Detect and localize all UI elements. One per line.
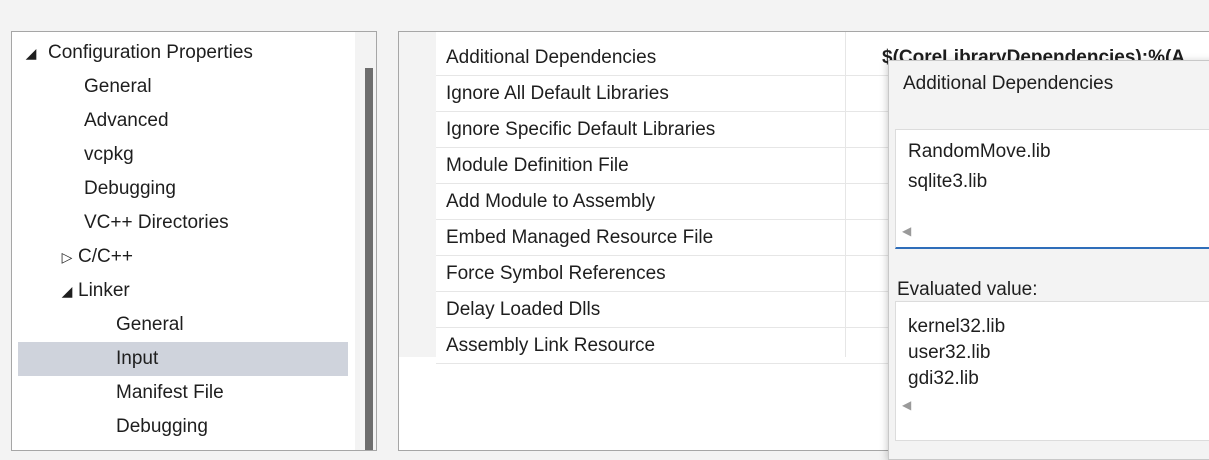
evaluated-value-box: kernel32.lib user32.lib gdi32.lib ◀	[895, 301, 1209, 441]
tree-item-linker-general[interactable]: General	[18, 308, 348, 342]
property-name: Ignore All Default Libraries	[446, 83, 669, 104]
property-name: Delay Loaded Dlls	[446, 299, 601, 320]
tree-item-configuration-properties[interactable]: ◢ Configuration Properties	[18, 36, 348, 70]
tree-item-label: C/C++	[78, 246, 133, 267]
property-name: Force Symbol References	[446, 263, 666, 284]
evaluated-line: gdi32.lib	[908, 368, 979, 389]
tree-item-advanced[interactable]: Advanced	[18, 104, 348, 138]
property-tree: ◢ Configuration Properties General Advan…	[11, 31, 377, 451]
tree-item-manifest-file[interactable]: Manifest File	[18, 376, 348, 410]
scroll-left-icon[interactable]: ◀	[902, 398, 911, 412]
tree-item-vcpkg[interactable]: vcpkg	[18, 138, 348, 172]
tree-item-linker[interactable]: ◢ Linker	[18, 274, 348, 308]
tree-scroll-thumb[interactable]	[365, 68, 373, 450]
property-name: Embed Managed Resource File	[446, 227, 714, 248]
dependencies-edit-box[interactable]: RandomMove.lib sqlite3.lib ◀	[895, 129, 1209, 249]
tree-item-label: Advanced	[84, 110, 169, 131]
tree-scrollbar[interactable]	[355, 32, 376, 450]
tree-item-label: Debugging	[84, 178, 176, 199]
collapsed-triangle-icon[interactable]: ▷	[58, 240, 76, 274]
tree-item-label: Debugging	[116, 416, 208, 437]
scroll-left-icon[interactable]: ◀	[902, 224, 911, 238]
property-name: Assembly Link Resource	[446, 335, 656, 356]
tree-item-linker-input[interactable]: Input	[18, 342, 348, 376]
edit-line[interactable]: RandomMove.lib	[908, 136, 1051, 168]
tree-item-label: Configuration Properties	[48, 42, 253, 63]
tree-item-debugging[interactable]: Debugging	[18, 172, 348, 206]
edit-line[interactable]: sqlite3.lib	[908, 166, 987, 198]
evaluated-line: kernel32.lib	[908, 316, 1006, 337]
tree-item-vc-directories[interactable]: VC++ Directories	[18, 206, 348, 240]
tree-item-label: General	[116, 314, 184, 335]
property-name: Ignore Specific Default Libraries	[446, 119, 716, 140]
tree-item-label: Input	[116, 348, 159, 369]
tree-item-label: Manifest File	[116, 382, 224, 403]
tree-item-linker-debugging[interactable]: Debugging	[18, 410, 348, 444]
tree-item-c-cpp[interactable]: ▷ C/C++	[18, 240, 348, 274]
property-name: Add Module to Assembly	[446, 191, 656, 212]
evaluated-line: user32.lib	[908, 342, 991, 363]
property-name: Module Definition File	[446, 155, 629, 176]
tree-item-label: VC++ Directories	[84, 212, 229, 233]
grid-column-divider	[845, 32, 846, 357]
expanded-triangle-icon[interactable]: ◢	[58, 274, 76, 308]
popup-title: Additional Dependencies	[903, 73, 1114, 94]
additional-dependencies-popup: Additional Dependencies RandomMove.lib s…	[888, 60, 1209, 460]
tree-item-label: Linker	[78, 280, 130, 301]
grid-gutter	[399, 32, 436, 357]
property-name: Additional Dependencies	[446, 47, 657, 68]
tree-item-general[interactable]: General	[18, 70, 348, 104]
tree-item-label: vcpkg	[84, 144, 134, 165]
tree-item-label: General	[84, 76, 152, 97]
expanded-triangle-icon[interactable]: ◢	[22, 36, 40, 70]
evaluated-value-label: Evaluated value:	[897, 279, 1038, 300]
